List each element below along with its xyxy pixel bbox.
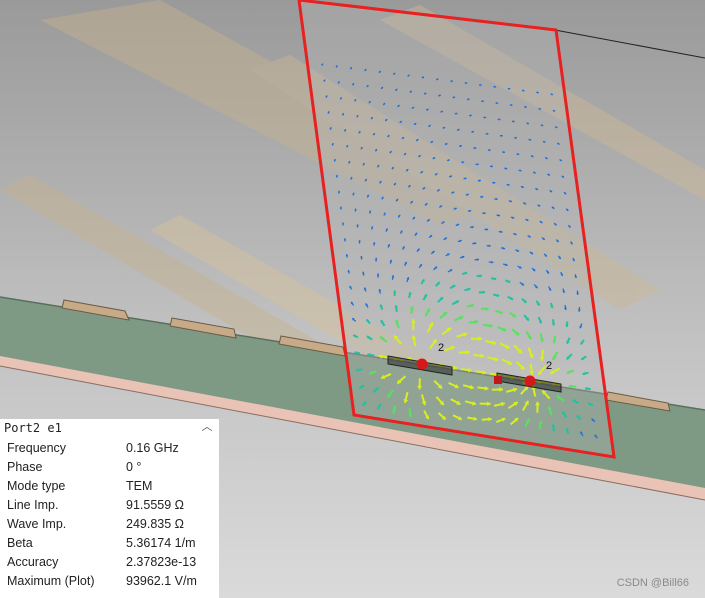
3d-viewport[interactable]: 2 2 Port2 e1 ︿ Frequency 0.16 GHz Phase … — [0, 0, 705, 598]
port-marker[interactable] — [494, 376, 502, 384]
info-value: 91.5559 Ω — [126, 498, 185, 512]
port-info-panel: Port2 e1 ︿ Frequency 0.16 GHz Phase 0 ° … — [0, 419, 219, 598]
info-value: 249.835 Ω — [126, 517, 185, 531]
info-row-accuracy: Accuracy 2.37823e-13 — [7, 555, 219, 574]
info-row-mode-type: Mode type TEM — [7, 479, 219, 498]
info-label: Phase — [7, 460, 43, 474]
info-row-beta: Beta 5.36174 1/m — [7, 536, 219, 555]
watermark: CSDN @Bill66 — [616, 577, 689, 589]
info-value: 0 ° — [126, 460, 142, 474]
port-number-label: 2 — [438, 342, 444, 354]
info-value: 5.36174 1/m — [126, 536, 196, 550]
info-value: 2.37823e-13 — [126, 555, 197, 569]
collapse-chevron-icon[interactable]: ︿ — [200, 420, 214, 434]
info-label: Beta — [7, 536, 33, 550]
info-label: Mode type — [7, 479, 66, 493]
info-label: Line Imp. — [7, 498, 59, 512]
info-value: TEM — [126, 479, 153, 493]
info-row-frequency: Frequency 0.16 GHz — [7, 441, 219, 460]
info-row-maximum: Maximum (Plot) 93962.1 V/m — [7, 574, 219, 593]
info-value: 0.16 GHz — [126, 441, 179, 455]
info-label: Wave Imp. — [7, 517, 67, 531]
info-row-line-imp: Line Imp. 91.5559 Ω — [7, 498, 219, 517]
info-value: 93962.1 V/m — [126, 574, 197, 588]
port-marker[interactable] — [524, 375, 536, 387]
info-label: Accuracy — [7, 555, 59, 569]
port-marker[interactable] — [416, 358, 428, 370]
info-label: Frequency — [7, 441, 67, 455]
port-number-label: 2 — [546, 360, 552, 372]
info-row-wave-imp: Wave Imp. 249.835 Ω — [7, 517, 219, 536]
port-info-title: Port2 e1 — [4, 421, 62, 435]
info-row-phase: Phase 0 ° — [7, 460, 219, 479]
info-label: Maximum (Plot) — [7, 574, 95, 588]
